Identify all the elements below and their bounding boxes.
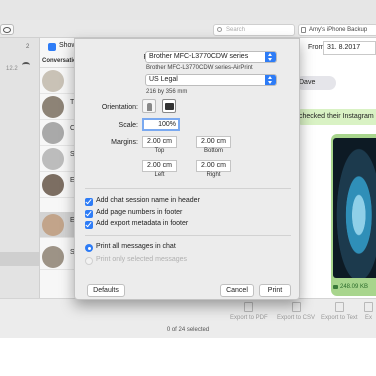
backup-name: Amy's iPhone Backup [309, 27, 368, 33]
printer-select[interactable]: Brother MFC-L3770CDW series [145, 51, 277, 63]
paper-subtitle: 216 by 356 mm [146, 89, 188, 95]
avatar [42, 96, 64, 118]
avatar [42, 70, 64, 92]
photo-size: 248.09 KB [340, 284, 369, 290]
paper-select[interactable]: US Legal [145, 74, 277, 86]
export-text-label: Export to Text [321, 315, 358, 321]
checkbox-label: Add page numbers in footer [96, 209, 183, 216]
avatar [42, 214, 64, 236]
divider [85, 188, 291, 189]
export-text-button[interactable]: Export to Text [321, 302, 358, 321]
csv-icon [291, 302, 301, 312]
outgoing-message-bubble: checked their Instagram [296, 109, 376, 125]
divider [85, 235, 291, 236]
export-pdf-button[interactable]: Export to PDF [230, 302, 268, 321]
checkbox-label: Add chat session name in header [96, 197, 200, 204]
pdf-icon [244, 302, 254, 312]
landscape-button[interactable] [162, 99, 176, 113]
export-more-label: Ex [364, 315, 372, 321]
wifi-icon [22, 62, 30, 68]
printer-value: Brother MFC-L3770CDW series [149, 53, 249, 60]
backup-selector[interactable]: Amy's iPhone Backup [298, 24, 376, 36]
margin-left-field[interactable]: 2.00 cm [142, 160, 177, 172]
landscape-icon [165, 103, 174, 110]
page-numbers-checkbox[interactable] [85, 210, 93, 218]
checkbox-label: Add export metadata in footer [96, 220, 189, 227]
margin-bottom-field[interactable]: 2.00 cm [196, 136, 231, 148]
defaults-button[interactable]: Defaults [87, 284, 125, 297]
export-csv-label: Export to CSV [277, 315, 316, 321]
export-csv-button[interactable]: Export to CSV [277, 302, 315, 321]
avatar [42, 122, 64, 144]
from-date-field[interactable]: 31. 8.2017 [323, 41, 376, 55]
print-button[interactable]: Print [259, 284, 291, 297]
chevron-updown-icon [265, 75, 276, 85]
export-icon [364, 302, 373, 312]
orientation-label: Orientation: [101, 104, 138, 111]
scale-field[interactable]: 100% [142, 118, 180, 131]
from-label: From [308, 44, 325, 51]
text-file-icon [334, 302, 344, 312]
window-search-field[interactable]: Search [213, 24, 295, 36]
avatar [42, 174, 64, 196]
chat-name-header-checkbox[interactable] [85, 198, 93, 206]
paper-value: US Legal [149, 76, 178, 83]
export-pdf-label: Export to PDF [230, 315, 268, 321]
search-icon [217, 27, 222, 32]
sidebar-count: 2 [26, 44, 30, 50]
margins-label: Margins: [111, 139, 138, 146]
incoming-message-bubble: Dave [296, 76, 336, 90]
margin-top-field[interactable]: 2.00 cm [142, 136, 177, 148]
search-placeholder: Search [226, 27, 246, 33]
camera-icon [333, 285, 338, 289]
sidebar: 2 12.2 [0, 38, 40, 298]
chevron-updown-icon [265, 52, 276, 62]
portrait-icon [147, 103, 152, 111]
sidebar-selected-item[interactable] [0, 252, 40, 266]
selection-count: 0 of 24 selected [166, 327, 210, 333]
print-selected-label: Print only selected messages [96, 256, 188, 263]
photo-image [333, 138, 376, 278]
photo-attachment[interactable] [331, 134, 376, 296]
preview-toggle-button[interactable] [0, 24, 14, 35]
avatar [42, 246, 64, 268]
print-all-label: Print all messages in chat [96, 243, 176, 250]
print-selected-radio[interactable] [85, 257, 93, 265]
print-dialog: Printer: Brother MFC-L3770CDW series Bro… [74, 38, 300, 300]
margin-right-field[interactable]: 2.00 cm [196, 160, 231, 172]
margin-top-caption: Top [154, 148, 165, 154]
cancel-button[interactable]: Cancel [220, 284, 254, 297]
avatar [42, 148, 64, 170]
margin-right-caption: Right [206, 172, 221, 178]
printer-subtitle: Brother MFC-L3770CDW series-AirPrint [146, 65, 253, 71]
export-metadata-checkbox[interactable] [85, 221, 93, 229]
export-more-button[interactable]: Ex [364, 302, 373, 321]
margin-left-caption: Left [154, 172, 165, 178]
margin-bottom-caption: Bottom [203, 148, 223, 154]
scale-label: Scale: [118, 122, 138, 129]
show-checkbox[interactable] [48, 43, 56, 51]
title-bar [0, 0, 376, 20]
portrait-button[interactable] [142, 99, 156, 113]
phone-icon [301, 27, 306, 33]
print-all-radio[interactable] [85, 244, 93, 252]
device-version: 12.2 [6, 66, 18, 72]
